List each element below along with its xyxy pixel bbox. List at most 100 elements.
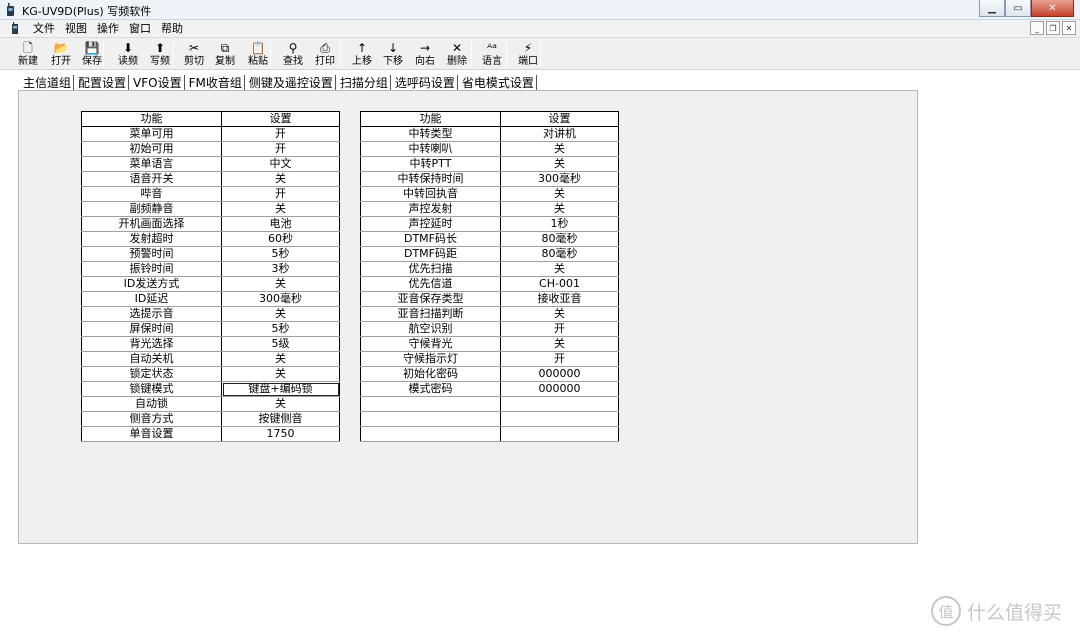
setting-value-cell[interactable]: 关: [500, 261, 619, 277]
setting-value-cell[interactable]: 关: [221, 351, 340, 367]
setting-value-cell[interactable]: 80毫秒: [500, 246, 619, 262]
table-row[interactable]: 振铃时间 3秒: [81, 261, 340, 277]
menu-view[interactable]: 视图: [60, 22, 92, 36]
table-row[interactable]: 守候指示灯开: [360, 351, 619, 367]
table-row[interactable]: ID发送方式关: [81, 276, 340, 292]
menu-file[interactable]: 文件: [28, 22, 60, 36]
table-row[interactable]: 单音设置 1750: [81, 426, 340, 442]
menu-help[interactable]: 帮助: [156, 22, 188, 36]
setting-value-cell[interactable]: 关: [500, 306, 619, 322]
table-row[interactable]: 哔音开: [81, 186, 340, 202]
table-row[interactable]: 菜单可用开: [81, 126, 340, 142]
table-row[interactable]: DTMF码距 80毫秒: [360, 246, 619, 262]
table-row[interactable]: DTMF码长 80毫秒: [360, 231, 619, 247]
table-row[interactable]: 中转回执音关: [360, 186, 619, 202]
table-row[interactable]: [360, 411, 619, 427]
toolbar-button-13[interactable]: ✕ 删除: [446, 39, 468, 68]
table-row[interactable]: 预警时间 5秒: [81, 246, 340, 262]
setting-value-cell[interactable]: 开: [221, 186, 340, 202]
table-row[interactable]: 开机画面选择 电池: [81, 216, 340, 232]
table-row[interactable]: 中转喇叭关: [360, 141, 619, 157]
table-row[interactable]: 菜单语言 中文: [81, 156, 340, 172]
tab-selective-call[interactable]: 选呼码设置: [391, 75, 458, 91]
table-row[interactable]: 初始可用开: [81, 141, 340, 157]
setting-value-cell[interactable]: 5级: [221, 336, 340, 352]
minimize-icon[interactable]: ▁: [979, 0, 1005, 17]
table-row[interactable]: 中转类型 对讲机: [360, 126, 619, 142]
setting-value-cell[interactable]: 80毫秒: [500, 231, 619, 247]
table-row[interactable]: 中转保持时间 300毫秒: [360, 171, 619, 187]
toolbar-button-12[interactable]: → 向右: [414, 39, 436, 68]
setting-value-cell[interactable]: 关: [221, 306, 340, 322]
tab-main-channels[interactable]: 主信道组: [19, 75, 75, 91]
table-row[interactable]: 侧音方式 按键侧音: [81, 411, 340, 427]
table-row[interactable]: 优先信道 CH-001: [360, 276, 619, 292]
toolbar-button-15[interactable]: ⚡ 端口: [517, 39, 539, 68]
table-row[interactable]: [360, 396, 619, 412]
setting-value-cell[interactable]: 关: [500, 141, 619, 157]
setting-value-cell[interactable]: 开: [500, 351, 619, 367]
toolbar-button-14[interactable]: ᴬᵃ 语言: [481, 39, 503, 68]
toolbar-button-3[interactable]: ⬇ 读频: [117, 39, 139, 68]
table-row[interactable]: 背光选择 5级: [81, 336, 340, 352]
setting-value-cell[interactable]: 000000: [500, 366, 619, 382]
table-row[interactable]: 锁定状态关: [81, 366, 340, 382]
table-row[interactable]: 屏保时间 5秒: [81, 321, 340, 337]
table-row[interactable]: 亚音扫描判断关: [360, 306, 619, 322]
menu-operate[interactable]: 操作: [92, 22, 124, 36]
tab-power-save[interactable]: 省电模式设置: [458, 75, 537, 91]
table-row[interactable]: 锁键模式 键盘+编码锁: [81, 381, 340, 397]
setting-value-cell[interactable]: 关: [500, 336, 619, 352]
setting-value-cell[interactable]: 关: [221, 396, 340, 412]
table-row[interactable]: 声控发射关: [360, 201, 619, 217]
setting-value-cell[interactable]: 关: [500, 156, 619, 172]
setting-value-cell[interactable]: [500, 426, 619, 442]
setting-value-cell[interactable]: 对讲机: [500, 126, 619, 142]
setting-value-cell[interactable]: 电池: [221, 216, 340, 232]
setting-value-cell[interactable]: [500, 411, 619, 427]
toolbar-button-11[interactable]: ↓ 下移: [382, 39, 404, 68]
setting-value-cell[interactable]: 关: [500, 201, 619, 217]
table-row[interactable]: 航空识别开: [360, 321, 619, 337]
setting-value-cell[interactable]: CH-001: [500, 276, 619, 292]
setting-value-cell[interactable]: 关: [221, 366, 340, 382]
setting-value-cell[interactable]: 5秒: [221, 246, 340, 262]
setting-value-cell[interactable]: 5秒: [221, 321, 340, 337]
tab-scan-groups[interactable]: 扫描分组: [336, 75, 391, 91]
table-row[interactable]: 中转PTT 关: [360, 156, 619, 172]
toolbar-button-5[interactable]: ✂ 剪切: [183, 39, 205, 68]
table-row[interactable]: 模式密码 000000: [360, 381, 619, 397]
maximize-icon[interactable]: ▭: [1005, 0, 1031, 17]
tab-side-key-remote[interactable]: 侧键及遥控设置: [245, 75, 336, 91]
setting-value-cell[interactable]: 键盘+编码锁: [221, 381, 340, 397]
table-row[interactable]: 守候背光关: [360, 336, 619, 352]
toolbar-button-10[interactable]: ↑ 上移: [351, 39, 373, 68]
mdi-minimize-icon[interactable]: _: [1030, 21, 1044, 35]
setting-value-cell[interactable]: 接收亚音: [500, 291, 619, 307]
table-row[interactable]: 语音开关关: [81, 171, 340, 187]
toolbar-button-2[interactable]: 💾 保存: [81, 39, 103, 68]
table-row[interactable]: 自动关机关: [81, 351, 340, 367]
setting-value-cell[interactable]: 300毫秒: [221, 291, 340, 307]
setting-value-cell[interactable]: 中文: [221, 156, 340, 172]
close-icon[interactable]: ✕: [1031, 0, 1074, 17]
setting-value-cell[interactable]: 关: [221, 276, 340, 292]
table-row[interactable]: [360, 426, 619, 442]
table-row[interactable]: 副频静音关: [81, 201, 340, 217]
table-row[interactable]: 优先扫描关: [360, 261, 619, 277]
setting-value-cell[interactable]: 开: [500, 321, 619, 337]
table-row[interactable]: ID延迟 300毫秒: [81, 291, 340, 307]
table-row[interactable]: 声控延时 1秒: [360, 216, 619, 232]
toolbar-button-1[interactable]: 📂 打开: [50, 39, 72, 68]
toolbar-button-6[interactable]: ⧉ 复制: [214, 39, 236, 68]
mdi-restore-icon[interactable]: ❐: [1046, 21, 1060, 35]
tab-vfo-settings[interactable]: VFO设置: [129, 75, 185, 91]
table-row[interactable]: 自动锁关: [81, 396, 340, 412]
table-row[interactable]: 初始化密码 000000: [360, 366, 619, 382]
setting-value-cell[interactable]: 300毫秒: [500, 171, 619, 187]
setting-value-cell[interactable]: 3秒: [221, 261, 340, 277]
tab-fm-radio[interactable]: FM收音组: [185, 75, 245, 91]
setting-value-cell[interactable]: 按键侧音: [221, 411, 340, 427]
setting-value-cell[interactable]: 000000: [500, 381, 619, 397]
setting-value-cell[interactable]: 关: [500, 186, 619, 202]
